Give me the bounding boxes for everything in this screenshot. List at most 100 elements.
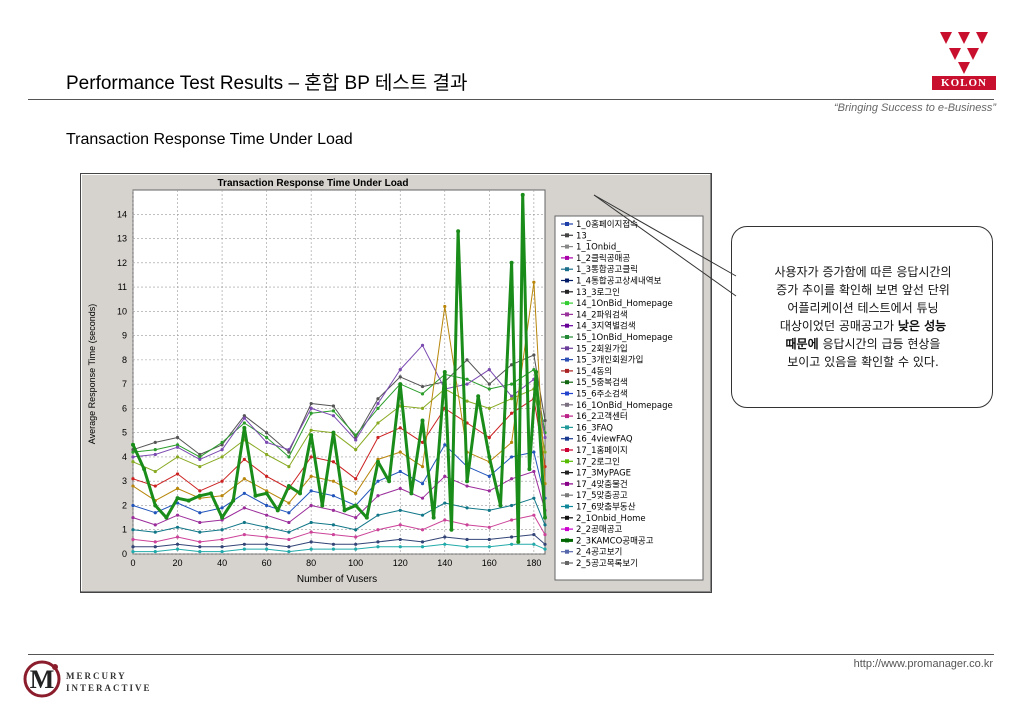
data-point <box>543 515 547 520</box>
data-point <box>364 515 369 520</box>
legend-marker <box>565 267 569 272</box>
data-point <box>443 474 447 478</box>
data-point <box>354 516 358 520</box>
data-point <box>287 501 291 505</box>
data-point <box>153 440 157 444</box>
data-point <box>342 508 347 513</box>
data-point <box>487 387 491 391</box>
legend-label: 17_1홈페이지 <box>576 445 628 456</box>
data-point <box>142 467 147 472</box>
data-point <box>498 503 503 508</box>
data-point <box>175 445 180 449</box>
response-time-chart: Transaction Response Time Under Load Num… <box>87 178 704 585</box>
data-point <box>398 537 402 542</box>
data-point <box>376 401 380 406</box>
data-point <box>376 421 380 425</box>
legend-marker <box>565 504 569 509</box>
section-title: Transaction Response Time Under Load <box>66 131 353 148</box>
data-point <box>398 508 402 512</box>
x-tick-label: 120 <box>393 558 408 568</box>
data-point <box>287 545 291 549</box>
data-point <box>153 549 157 554</box>
data-point <box>153 448 157 452</box>
legend-label: 2_2공매공고 <box>576 525 623 535</box>
data-point <box>420 392 425 396</box>
data-point <box>465 506 469 510</box>
data-point <box>198 530 202 534</box>
data-point <box>275 508 280 513</box>
data-point <box>487 537 491 542</box>
legend-marker <box>565 538 569 543</box>
y-tick-label: 9 <box>122 331 127 341</box>
data-point <box>420 513 425 517</box>
data-point <box>331 547 336 551</box>
legend-marker <box>565 380 569 385</box>
data-point <box>198 520 202 525</box>
data-point <box>509 411 514 415</box>
data-point <box>487 489 491 493</box>
data-point <box>131 484 135 488</box>
legend-marker <box>565 255 569 260</box>
data-point <box>420 465 425 469</box>
data-point <box>543 542 547 546</box>
data-point <box>287 537 291 542</box>
data-point <box>265 547 269 551</box>
data-point <box>534 370 539 374</box>
y-tick-label: 6 <box>122 403 127 413</box>
callout-line: 보이고 있음을 확인할 수 있다. <box>787 355 939 369</box>
data-point <box>354 535 358 539</box>
data-point <box>509 382 514 386</box>
data-point <box>164 515 169 520</box>
data-point <box>376 494 380 498</box>
data-point <box>220 494 224 498</box>
legend-marker <box>565 493 569 498</box>
legend-marker <box>565 425 569 430</box>
data-point <box>465 537 469 542</box>
page-title: Performance Test Results – 혼합 BP 테스트 결과 <box>66 73 468 94</box>
data-point <box>443 535 447 539</box>
data-point <box>220 506 224 510</box>
chart-panel: Transaction Response Time Under Load Num… <box>80 173 712 593</box>
legend-label: 1_3통합공고클릭 <box>576 264 638 275</box>
data-point <box>242 506 246 510</box>
y-tick-label: 8 <box>122 355 127 365</box>
data-point <box>175 435 180 440</box>
data-point <box>309 455 313 459</box>
data-point <box>264 491 269 496</box>
data-point <box>509 477 514 481</box>
data-point <box>420 418 425 423</box>
data-point <box>198 489 202 493</box>
data-point <box>265 431 269 435</box>
callout-emphasis: 때문에 <box>785 337 819 351</box>
data-point <box>153 530 157 534</box>
data-point <box>175 525 180 529</box>
data-point <box>287 549 291 554</box>
legend-marker <box>565 301 569 306</box>
data-point <box>532 353 536 357</box>
data-point <box>242 520 246 525</box>
data-point <box>487 367 491 372</box>
data-point <box>309 489 313 493</box>
data-point <box>354 547 358 551</box>
data-point <box>398 486 402 491</box>
data-point <box>398 469 402 474</box>
data-point <box>153 469 157 474</box>
legend-label: 15_5중복검색 <box>576 377 628 388</box>
data-point <box>465 523 469 527</box>
legend-label: 2_5공고목록보기 <box>576 559 638 569</box>
legend-marker <box>565 459 569 464</box>
data-point <box>420 343 425 347</box>
callout-span: 대상이었던 공매공고가 <box>779 319 898 333</box>
legend-marker <box>565 414 569 419</box>
x-tick-label: 180 <box>526 558 541 568</box>
data-point <box>465 545 469 549</box>
footer-url[interactable]: http://www.promanager.co.kr <box>854 658 993 670</box>
y-tick-label: 7 <box>122 379 127 389</box>
data-point <box>175 496 180 501</box>
data-point <box>331 494 336 498</box>
data-point <box>220 515 225 520</box>
data-point <box>487 545 491 549</box>
legend-marker <box>565 515 569 520</box>
y-tick-label: 4 <box>122 452 127 462</box>
data-point <box>465 358 469 362</box>
